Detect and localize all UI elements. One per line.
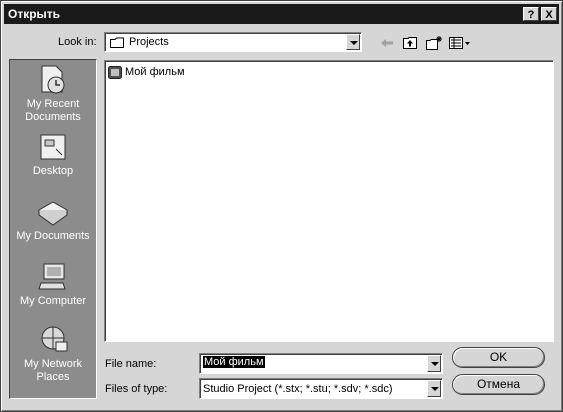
ok-button[interactable]: OK xyxy=(452,347,545,368)
place-label: My Computer xyxy=(19,295,87,307)
place-recent-documents[interactable]: My Recent Documents xyxy=(10,64,96,124)
file-type-dropdown-button[interactable] xyxy=(427,380,441,397)
desktop-icon xyxy=(40,134,66,160)
file-name-field[interactable]: Мой фильм xyxy=(199,353,443,374)
open-file-dialog: Открыть ? X Look in: Projects My Recent … xyxy=(0,0,563,412)
film-project-icon xyxy=(108,66,122,79)
place-network-places[interactable]: My Network Places xyxy=(10,324,96,384)
file-type-label: Files of type: xyxy=(105,383,168,395)
place-desktop[interactable]: Desktop xyxy=(10,131,96,178)
place-label: My Network Places xyxy=(23,358,83,383)
file-type-value: Studio Project (*.stx; *.stu; *.sdv; *.s… xyxy=(203,383,393,395)
view-menu-icon[interactable] xyxy=(448,35,472,51)
close-button[interactable]: X xyxy=(541,7,557,21)
look-in-combo[interactable]: Projects xyxy=(104,32,362,52)
file-type-select[interactable]: Studio Project (*.stx; *.stu; *.sdv; *.s… xyxy=(199,378,443,399)
folder-icon xyxy=(110,37,124,48)
place-my-documents[interactable]: My Documents xyxy=(10,196,96,243)
place-label: My Recent Documents xyxy=(25,98,81,123)
up-folder-icon[interactable] xyxy=(402,35,418,51)
places-bar: My Recent Documents Desktop My Documents… xyxy=(9,59,97,399)
cancel-button[interactable]: Отмена xyxy=(452,374,545,395)
file-name-dropdown-button[interactable] xyxy=(427,355,441,372)
file-name-label: File name: xyxy=(105,358,157,370)
look-in-value: Projects xyxy=(129,36,169,48)
window-title: Открыть xyxy=(8,7,61,21)
my-documents-icon xyxy=(38,201,68,226)
file-name-value: Мой фильм xyxy=(203,356,265,368)
title-bar[interactable]: Открыть ? X xyxy=(4,4,559,24)
help-button[interactable]: ? xyxy=(523,7,539,21)
place-label: My Documents xyxy=(16,230,90,242)
my-computer-icon xyxy=(38,263,66,290)
new-folder-icon[interactable] xyxy=(425,35,442,51)
look-in-label: Look in: xyxy=(58,36,97,48)
file-name: Мой фильм xyxy=(125,66,185,78)
look-in-dropdown-button[interactable] xyxy=(346,34,360,50)
network-places-icon xyxy=(41,326,68,352)
place-label: Desktop xyxy=(32,165,74,177)
place-my-computer[interactable]: My Computer xyxy=(10,261,96,308)
file-list[interactable]: Мой фильм xyxy=(104,60,554,342)
recent-documents-icon xyxy=(41,65,65,94)
back-arrow-icon[interactable] xyxy=(379,35,395,51)
